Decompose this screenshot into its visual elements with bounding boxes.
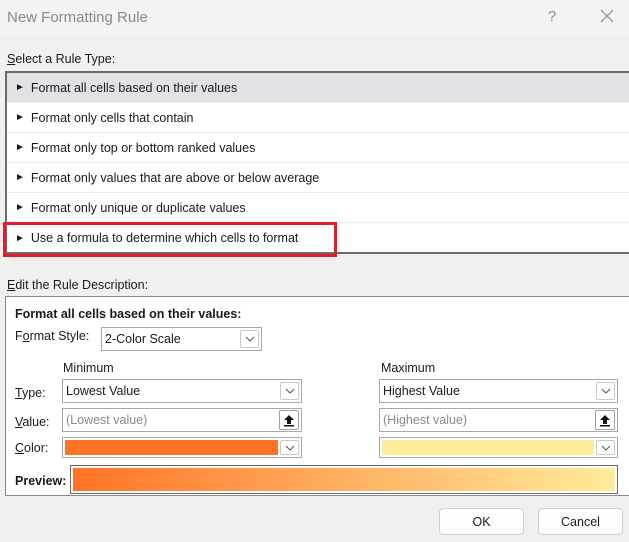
format-style-value: 2-Color Scale — [105, 332, 181, 346]
rule-item-use-formula[interactable]: ► Use a formula to determine which cells… — [7, 223, 629, 253]
arrow-bullet-icon: ► — [15, 82, 25, 93]
arrow-bullet-icon: ► — [15, 112, 25, 123]
arrow-bullet-icon: ► — [15, 142, 25, 153]
ok-button[interactable]: OK — [439, 508, 524, 535]
value-label: Value: — [15, 415, 50, 429]
format-style-select[interactable]: 2-Color Scale — [101, 327, 262, 351]
rule-item-label: Format only unique or duplicate values — [30, 200, 246, 215]
label-text: F — [15, 329, 23, 343]
range-select-icon[interactable] — [595, 410, 615, 430]
color-label: Color: — [15, 441, 48, 455]
maximum-type-select[interactable]: Highest Value — [379, 379, 618, 403]
format-style-label: Format Style: — [15, 329, 89, 343]
accel-key: o — [22, 329, 30, 343]
chevron-down-icon[interactable] — [240, 330, 259, 348]
rule-item-all-cells[interactable]: ► Format all cells based on their values — [7, 73, 629, 103]
minimum-type-select[interactable]: Lowest Value — [62, 379, 302, 403]
chevron-down-icon[interactable] — [280, 382, 299, 400]
label-text: alue: — [22, 415, 50, 429]
label-text: dit the Rule Description: — [15, 278, 149, 292]
accel-key: T — [15, 386, 22, 400]
rule-item-above-below-average[interactable]: ► Format only values that are above or b… — [7, 163, 629, 193]
close-icon[interactable] — [598, 7, 616, 25]
rule-item-label: Format only cells that contain — [30, 110, 194, 125]
cancel-button[interactable]: Cancel — [538, 508, 623, 535]
maximum-value-input[interactable]: (Highest value) — [379, 408, 618, 432]
minimum-color-swatch — [65, 440, 278, 455]
rule-type-list[interactable]: ► Format all cells based on their values… — [5, 71, 629, 254]
chevron-down-icon[interactable] — [596, 382, 615, 400]
maximum-value-placeholder: (Highest value) — [383, 413, 468, 427]
accel-key: C — [15, 441, 25, 455]
help-button[interactable]: ? — [545, 8, 559, 25]
label-text: rmat Style: — [29, 329, 90, 343]
preview-box — [70, 465, 618, 494]
minimum-value-placeholder: (Lowest value) — [66, 413, 148, 427]
preview-label: Preview: — [15, 474, 67, 488]
chevron-down-icon[interactable] — [596, 440, 615, 455]
rule-item-label: Format only top or bottom ranked values — [30, 140, 256, 155]
maximum-color-picker[interactable] — [379, 437, 618, 458]
rule-item-cells-contain[interactable]: ► Format only cells that contain — [7, 103, 629, 133]
chevron-down-icon[interactable] — [280, 440, 299, 455]
rule-item-label: Format only values that are above or bel… — [30, 170, 320, 185]
type-label: Type: — [15, 386, 46, 400]
title-bar: New Formatting Rule ? — [0, 0, 629, 35]
rule-item-unique-duplicate[interactable]: ► Format only unique or duplicate values — [7, 193, 629, 223]
label-text: olor: — [24, 441, 49, 455]
minimum-value-input[interactable]: (Lowest value) — [62, 408, 302, 432]
arrow-bullet-icon: ► — [15, 202, 25, 213]
rule-item-top-bottom[interactable]: ► Format only top or bottom ranked value… — [7, 133, 629, 163]
dialog-title: New Formatting Rule — [7, 9, 148, 26]
rule-description-label: Edit the Rule Description: — [7, 278, 148, 292]
rule-item-label: Format all cells based on their values — [30, 80, 238, 95]
minimum-header: Minimum — [63, 361, 114, 375]
description-heading: Format all cells based on their values: — [15, 307, 242, 321]
maximum-header: Maximum — [381, 361, 436, 375]
label-text: ype: — [21, 386, 46, 400]
preview-gradient — [73, 468, 615, 491]
label-text: elect a Rule Type: — [15, 52, 116, 66]
arrow-bullet-icon: ► — [15, 172, 25, 183]
rule-type-label: Select a Rule Type: — [7, 52, 115, 66]
minimum-type-value: Lowest Value — [66, 384, 141, 398]
maximum-type-value: Highest Value — [383, 384, 460, 398]
maximum-color-swatch — [382, 440, 594, 455]
minimum-color-picker[interactable] — [62, 437, 302, 458]
arrow-bullet-icon: ► — [15, 232, 25, 244]
rule-item-label: Use a formula to determine which cells t… — [30, 231, 299, 245]
range-select-icon[interactable] — [279, 410, 299, 430]
